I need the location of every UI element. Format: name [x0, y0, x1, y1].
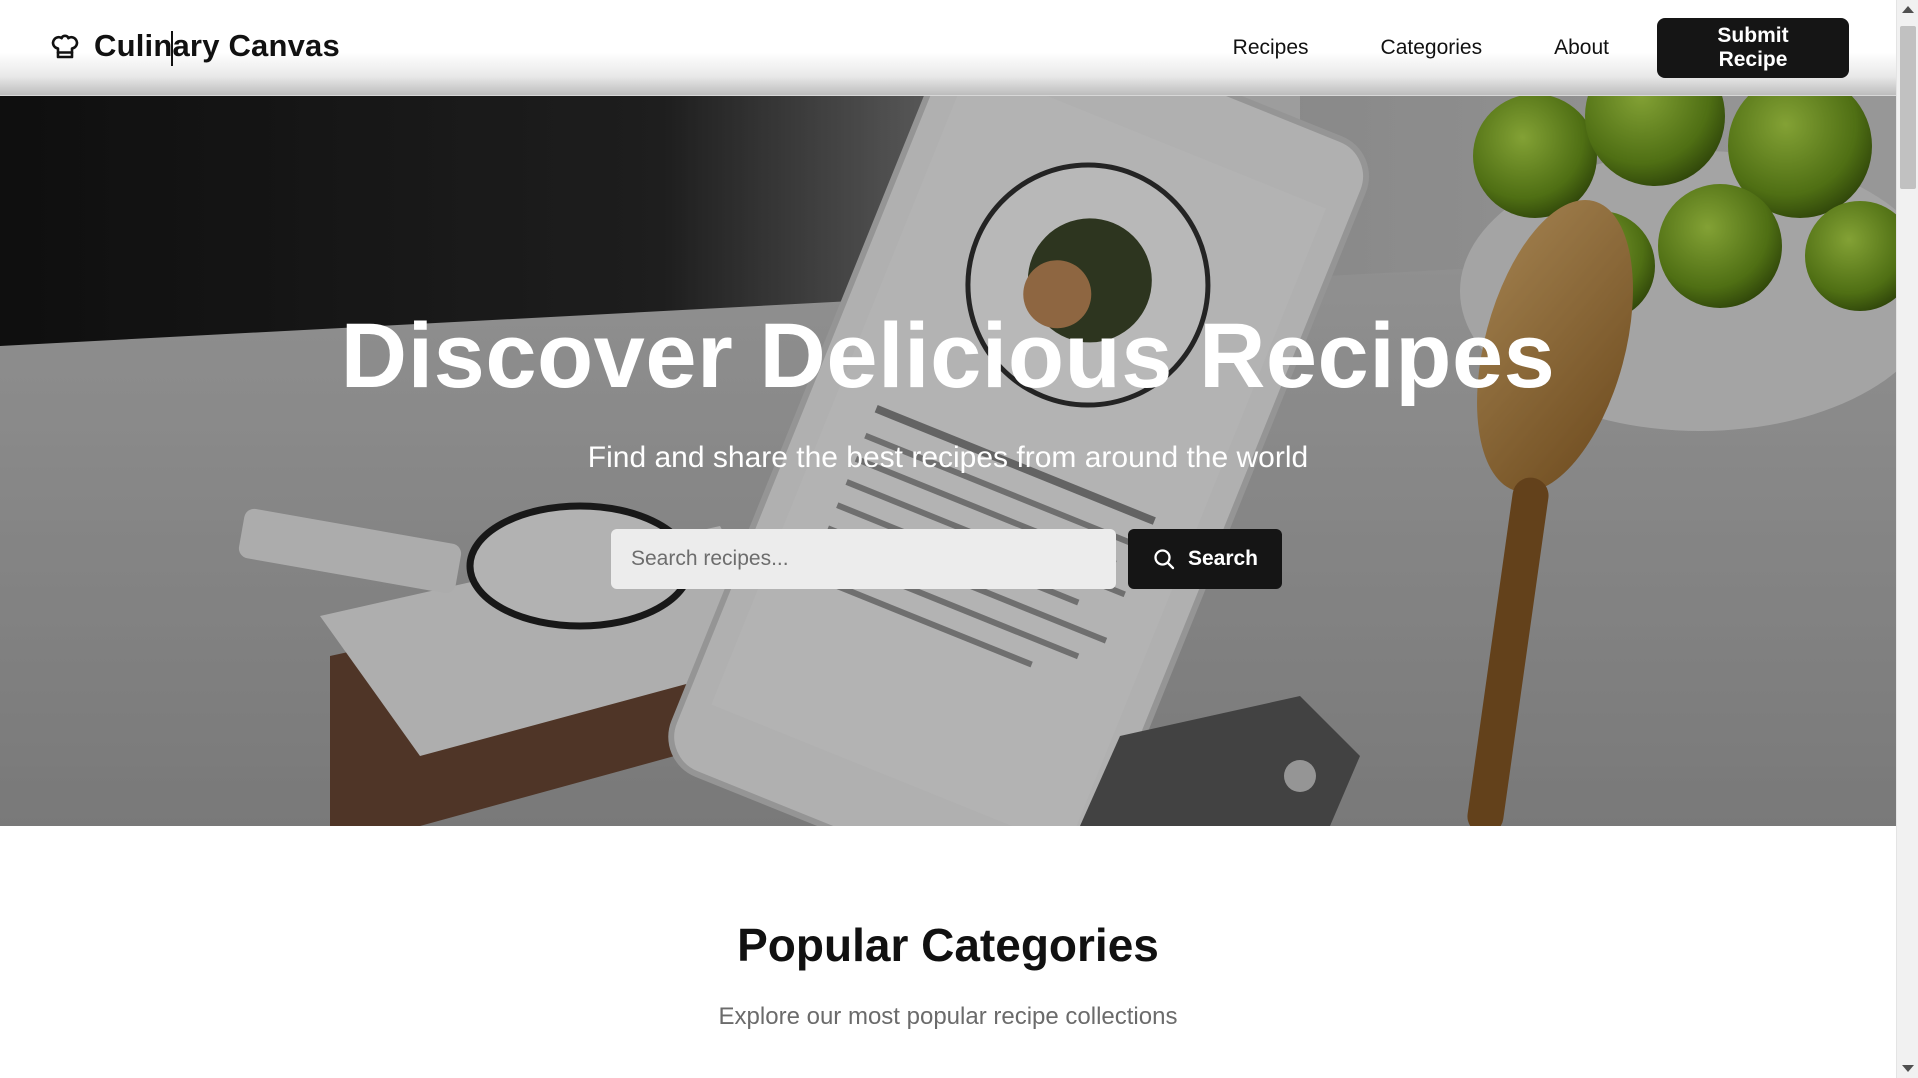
search-button[interactable]: Search: [1128, 529, 1282, 589]
popular-categories-title: Popular Categories: [737, 919, 1159, 971]
search-icon: [1152, 547, 1176, 571]
nav-link-categories[interactable]: Categories: [1381, 36, 1483, 60]
search-input[interactable]: [611, 529, 1116, 589]
scrollbar-thumb[interactable]: [1900, 26, 1916, 189]
main-nav: Recipes Categories About Submit Recipe: [1233, 18, 1849, 78]
scroll-down-arrow-icon[interactable]: [1902, 1065, 1914, 1072]
popular-categories-subtitle: Explore our most popular recipe collecti…: [718, 1003, 1178, 1030]
brand-logo[interactable]: Culinary Canvas: [48, 28, 340, 64]
hero-content: Discover Delicious Recipes Find and shar…: [0, 96, 1896, 826]
text-cursor: [171, 31, 173, 66]
nav-link-about[interactable]: About: [1554, 36, 1609, 60]
hero-title: Discover Delicious Recipes: [340, 305, 1556, 407]
search-button-label: Search: [1187, 547, 1259, 570]
scroll-up-arrow-icon[interactable]: [1902, 6, 1914, 13]
submit-recipe-button[interactable]: Submit Recipe: [1657, 18, 1849, 78]
chef-hat-icon: [48, 29, 82, 63]
page-viewport: Culinary Canvas Recipes Categories About…: [0, 0, 1896, 1078]
vertical-scrollbar[interactable]: [1896, 0, 1918, 1078]
site-header: Culinary Canvas Recipes Categories About…: [0, 0, 1896, 96]
hero-subtitle: Find and share the best recipes from aro…: [587, 441, 1309, 474]
hero-section: Discover Delicious Recipes Find and shar…: [0, 96, 1896, 826]
nav-link-recipes[interactable]: Recipes: [1233, 36, 1309, 60]
brand-name: Culinary Canvas: [94, 28, 340, 63]
